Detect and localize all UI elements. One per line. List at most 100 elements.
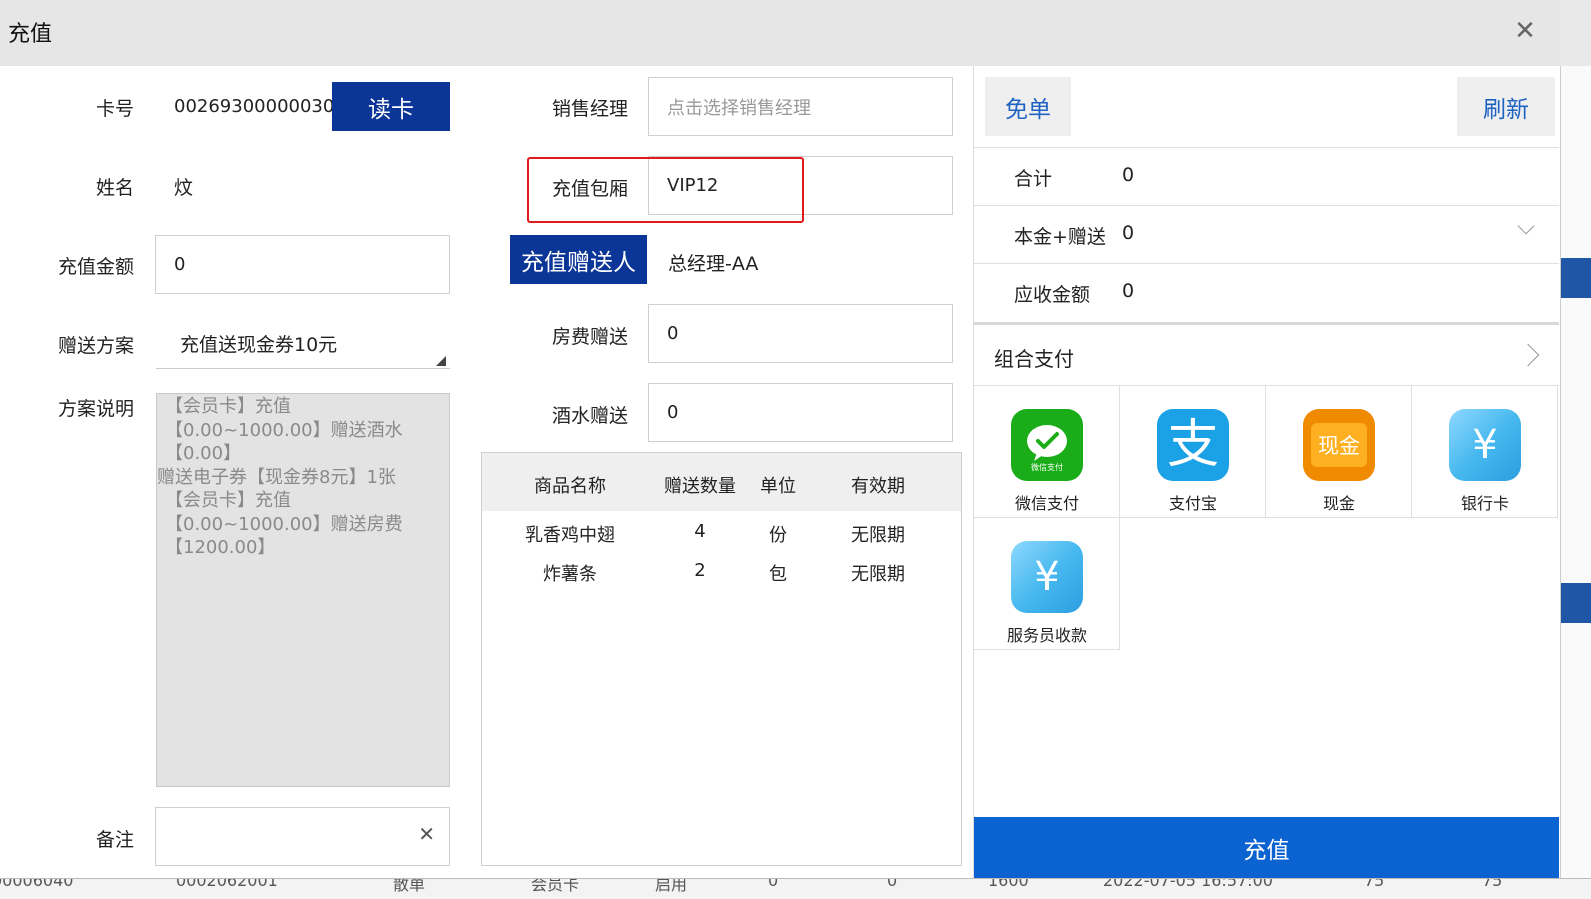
amount-input[interactable]: 0 <box>155 235 450 294</box>
dialog-title: 充值 <box>8 22 53 47</box>
bg-cell: 0002062001 <box>176 878 278 890</box>
pay-alipay[interactable]: 支 支付宝 <box>1120 386 1266 518</box>
principal-gift-value: 0 <box>1122 222 1135 244</box>
read-card-button[interactable]: 读卡 <box>332 82 450 131</box>
background-blue-block <box>1561 583 1591 623</box>
clear-icon[interactable]: ✕ <box>418 822 435 846</box>
cell-validity: 无限期 <box>851 525 905 546</box>
payment-panel: 免单 刷新 合计 0 本金+赠送 0 应收金额 0 组合支付 微信支付 微信支付… <box>973 66 1560 878</box>
recharge-button[interactable]: 充值 <box>974 817 1559 878</box>
total-row: 合计 0 <box>974 147 1559 205</box>
chevron-down-icon <box>1517 217 1535 235</box>
room-fee-gift-input[interactable]: 0 <box>648 304 953 363</box>
note-input[interactable]: ✕ <box>155 807 450 866</box>
amount-label: 充值金额 <box>57 256 134 278</box>
bg-cell: 启用 <box>655 878 688 894</box>
name-value: 炆 <box>174 177 194 199</box>
table-header: 商品名称 赠送数量 单位 有效期 <box>482 453 961 511</box>
pay-wechat[interactable]: 微信支付 微信支付 <box>974 386 1120 518</box>
pay-label: 银行卡 <box>1460 494 1509 513</box>
cell-unit: 份 <box>769 525 787 546</box>
chevron-right-icon <box>1516 343 1540 367</box>
total-value: 0 <box>1122 164 1135 186</box>
cell-item-name: 炸薯条 <box>543 564 597 585</box>
cell-quantity: 4 <box>694 521 706 542</box>
description-line: 【0.00】 <box>165 443 242 464</box>
receivable-row: 应收金额 0 <box>974 263 1559 321</box>
pay-label: 服务员收款 <box>1006 626 1087 645</box>
wechat-pay-icon: 微信支付 <box>1011 409 1083 481</box>
sales-manager-input[interactable]: 点击选择销售经理 <box>648 77 953 136</box>
gift-giver-value: 总经理-AA <box>668 253 759 275</box>
combined-payment-label: 组合支付 <box>994 347 1074 371</box>
background-table-row: 00006040 0002062001 散单 会员卡 启用 0 0 1600 2… <box>0 878 1591 899</box>
card-number-value: 00269300000030 <box>174 96 335 117</box>
gift-items-table: 商品名称 赠送数量 单位 有效期 乳香鸡中翅 4 份 无限期 炸薯条 2 包 无… <box>481 452 962 866</box>
receivable-value: 0 <box>1122 280 1135 302</box>
wechat-icon-text: 微信支付 <box>1031 462 1063 472</box>
bg-cell: 2022-07-05 16:57:00 <box>1103 878 1273 890</box>
bank-card-icon: ¥ <box>1449 409 1521 481</box>
bg-cell: 散单 <box>393 878 426 894</box>
bg-cell: 1600 <box>988 878 1029 890</box>
pay-bank-card[interactable]: ¥ 银行卡 <box>1412 386 1558 518</box>
principal-gift-label: 本金+赠送 <box>1014 226 1106 248</box>
receivable-label: 应收金额 <box>1014 284 1091 306</box>
column-header: 赠送数量 <box>664 476 736 497</box>
bg-cell: 00006040 <box>0 878 74 890</box>
background-blue-block <box>1561 258 1591 298</box>
alipay-icon: 支 <box>1157 409 1229 481</box>
description-line: 【0.00~1000.00】赠送房费 <box>165 513 403 535</box>
drink-gift-input[interactable]: 0 <box>648 383 953 442</box>
bg-cell: 75 <box>1364 878 1385 890</box>
bg-cell: 0 <box>768 878 779 890</box>
close-icon[interactable]: ✕ <box>1512 16 1538 46</box>
column-header: 商品名称 <box>534 476 606 497</box>
cash-icon: 现金 <box>1303 409 1375 481</box>
dropdown-triangle-icon <box>436 356 446 366</box>
column-header: 有效期 <box>851 476 905 497</box>
cash-icon-text: 现金 <box>1311 423 1367 467</box>
total-label: 合计 <box>1014 168 1053 190</box>
room-label: 充值包厢 <box>551 178 628 200</box>
room-fee-gift-label: 房费赠送 <box>551 326 628 348</box>
scheme-value: 充值送现金券10元 <box>180 333 338 356</box>
description-label: 方案说明 <box>57 398 134 420</box>
bg-cell: 0 <box>887 878 898 890</box>
pay-label: 支付宝 <box>1168 494 1217 513</box>
recharge-dialog: 充值 ✕ 卡号 00269300000030 读卡 姓名 炆 充值金额 0 赠送… <box>0 0 1560 878</box>
name-label: 姓名 <box>95 177 134 199</box>
note-label: 备注 <box>95 829 134 851</box>
cell-quantity: 2 <box>694 560 706 581</box>
free-order-button[interactable]: 免单 <box>985 77 1071 136</box>
gift-giver-button[interactable]: 充值赠送人 <box>510 235 647 284</box>
pay-label: 微信支付 <box>1014 494 1079 513</box>
pay-label: 现金 <box>1322 494 1355 513</box>
pay-waiter-collect[interactable]: ¥ 服务员收款 <box>974 518 1120 650</box>
bg-cell: 会员卡 <box>531 878 580 894</box>
waiter-collect-icon: ¥ <box>1011 541 1083 613</box>
bg-cell: 75 <box>1482 878 1503 890</box>
principal-gift-row[interactable]: 本金+赠送 0 <box>974 205 1559 263</box>
room-input[interactable]: VIP12 <box>648 156 953 215</box>
card-number-label: 卡号 <box>95 98 134 120</box>
description-line: 【1200.00】 <box>165 537 276 558</box>
description-line: 【会员卡】充值 <box>165 396 291 417</box>
dialog-titlebar: 充值 ✕ <box>0 0 1560 66</box>
pay-cash[interactable]: 现金 现金 <box>1266 386 1412 518</box>
scheme-description: 【会员卡】充值 【0.00~1000.00】赠送酒水 【0.00】 赠送电子券【… <box>156 393 450 787</box>
description-line: 【0.00~1000.00】赠送酒水 <box>165 419 403 441</box>
drink-gift-label: 酒水赠送 <box>551 405 628 427</box>
combined-payment-row[interactable]: 组合支付 <box>974 322 1559 386</box>
cell-unit: 包 <box>769 564 787 585</box>
column-header: 单位 <box>760 476 796 497</box>
refresh-button[interactable]: 刷新 <box>1457 77 1555 136</box>
description-line: 【会员卡】充值 <box>165 490 291 511</box>
cell-item-name: 乳香鸡中翅 <box>525 525 615 546</box>
cell-validity: 无限期 <box>851 564 905 585</box>
description-line: 赠送电子券【现金券8元】1张 <box>157 466 396 488</box>
sales-manager-label: 销售经理 <box>551 98 628 120</box>
scheme-label: 赠送方案 <box>57 335 134 357</box>
scheme-select[interactable]: 充值送现金券10元 <box>156 318 450 369</box>
background-app-right-edge <box>1560 66 1591 878</box>
